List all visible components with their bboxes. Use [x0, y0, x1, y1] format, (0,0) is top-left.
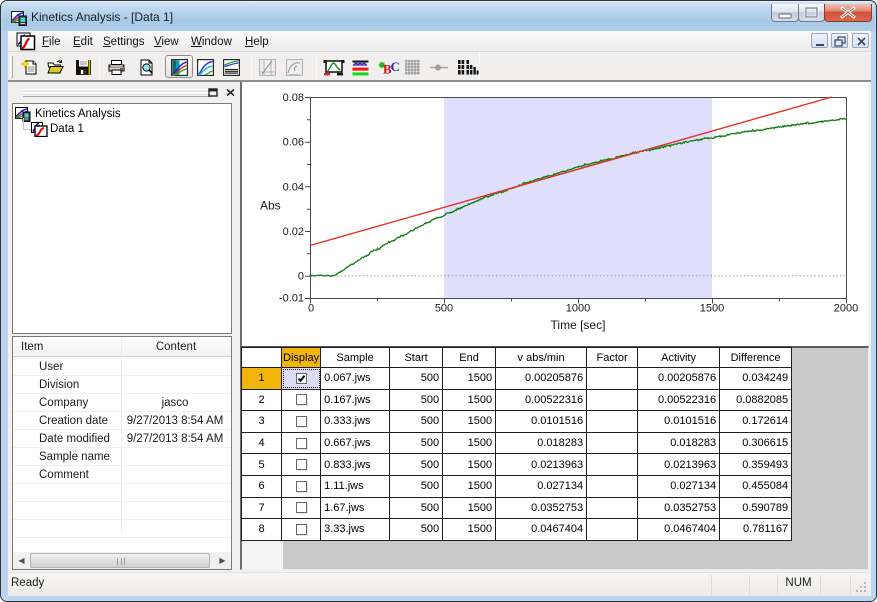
svg-text:0.04: 0.04	[283, 181, 304, 193]
svg-text:0: 0	[298, 271, 304, 283]
svg-text:Time [sec]: Time [sec]	[551, 318, 606, 332]
svg-text:0.02: 0.02	[283, 226, 304, 238]
svg-text:1000: 1000	[566, 303, 590, 315]
svg-text:C: C	[391, 59, 400, 74]
svg-text:0: 0	[308, 303, 314, 315]
svg-text:1500: 1500	[700, 303, 724, 315]
svg-text:500: 500	[435, 303, 453, 315]
svg-text:0.08: 0.08	[283, 92, 304, 104]
svg-text:-0.01: -0.01	[279, 293, 304, 305]
svg-text:2000: 2000	[834, 303, 858, 315]
svg-text:Abs: Abs	[260, 199, 281, 213]
svg-text:0.06: 0.06	[283, 137, 304, 149]
